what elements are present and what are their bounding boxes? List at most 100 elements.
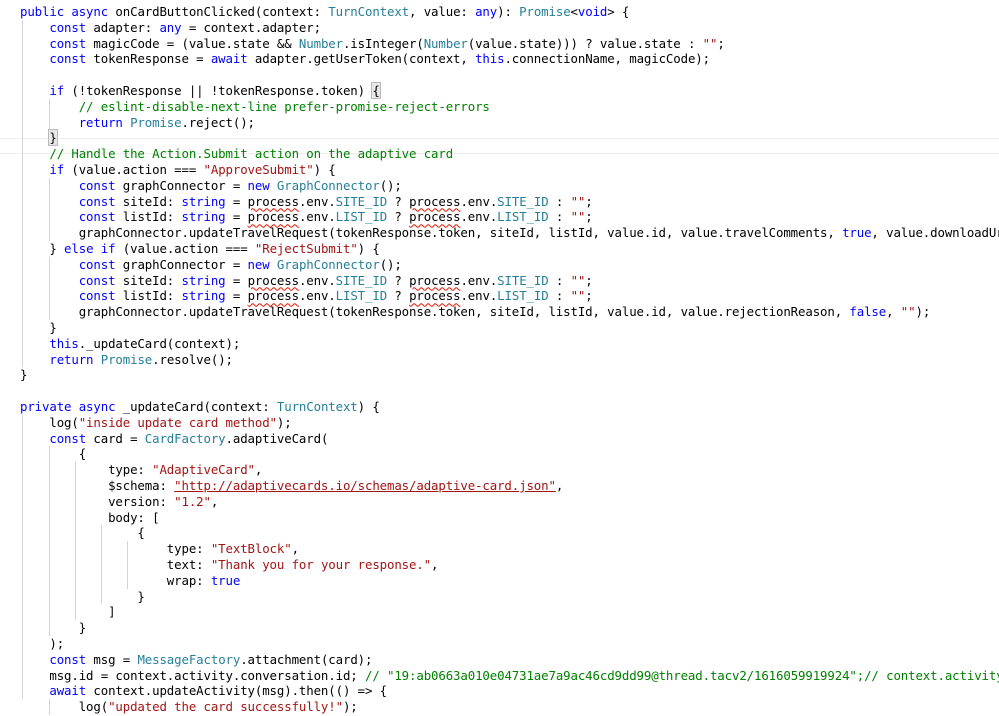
code-token: ); bbox=[276, 414, 292, 430]
code-line[interactable]: await context.updateActivity(msg).then((… bbox=[0, 683, 387, 699]
code-token: void bbox=[577, 4, 608, 19]
code-token: type: bbox=[20, 541, 211, 557]
code-token: "TextBlock" bbox=[210, 541, 292, 557]
code-line[interactable]: if (value.action === "ApproveSubmit") { bbox=[0, 162, 335, 178]
code-token: string bbox=[181, 288, 226, 304]
code-token: card = bbox=[86, 430, 145, 446]
code-line[interactable]: private async _updateCard(context: TurnC… bbox=[0, 399, 380, 415]
code-token: Promise bbox=[130, 114, 182, 130]
code-token: ? bbox=[387, 272, 410, 288]
code-line[interactable]: } bbox=[0, 129, 58, 147]
code-line[interactable]: ); bbox=[0, 636, 64, 652]
code-line[interactable]: return Promise.reject(); bbox=[0, 115, 255, 131]
code-line[interactable]: graphConnector.updateTravelRequest(token… bbox=[0, 304, 931, 320]
code-token: { bbox=[371, 82, 381, 99]
code-token: wrap: bbox=[20, 572, 211, 588]
code-line[interactable]: const card = CardFactory.adaptiveCard( bbox=[0, 431, 328, 447]
code-line[interactable]: { bbox=[0, 446, 86, 462]
code-line[interactable]: this._updateCard(context); bbox=[0, 336, 240, 352]
code-token: body: [ bbox=[20, 509, 160, 525]
code-line[interactable]: const msg = MessageFactory.attachment(ca… bbox=[0, 652, 372, 668]
code-line[interactable]: const siteId: string = process.env.SITE_… bbox=[0, 194, 593, 210]
code-line[interactable]: } else if (value.action === "RejectSubmi… bbox=[0, 241, 379, 257]
code-token: if bbox=[49, 162, 65, 177]
code-line[interactable]: log("updated the card successfully!"); bbox=[0, 699, 358, 715]
code-token: GraphConnector bbox=[276, 177, 380, 193]
code-line[interactable]: const graphConnector = new GraphConnecto… bbox=[0, 257, 402, 273]
code-line[interactable]: if (!tokenResponse || !tokenResponse.tok… bbox=[0, 82, 381, 99]
code-line[interactable]: const adapter: any = context.adapter; bbox=[0, 20, 321, 36]
code-token: log( bbox=[20, 699, 109, 715]
code-token: const bbox=[78, 272, 116, 288]
code-line[interactable]: } bbox=[0, 589, 144, 605]
code-token: ; bbox=[585, 288, 593, 304]
code-token: = bbox=[225, 288, 248, 304]
code-token: ; bbox=[585, 209, 593, 225]
code-token: TurnContext bbox=[328, 4, 410, 19]
code-line[interactable]: } bbox=[0, 320, 56, 336]
code-token: ; bbox=[585, 193, 593, 209]
code-token: .isInteger( bbox=[342, 35, 424, 51]
code-line[interactable]: const tokenResponse = await adapter.getU… bbox=[0, 51, 710, 67]
code-line[interactable]: type: "AdaptiveCard", bbox=[0, 462, 262, 478]
code-line[interactable]: version: "1.2", bbox=[0, 494, 218, 510]
code-token: type: bbox=[20, 462, 153, 478]
code-line[interactable]: const siteId: string = process.env.SITE_… bbox=[0, 273, 593, 289]
code-line[interactable]: const listId: string = process.env.LIST_… bbox=[0, 209, 593, 225]
code-token: msg.id = context.activity.conversation.i… bbox=[20, 667, 365, 683]
code-token: .env. bbox=[460, 272, 498, 288]
code-line[interactable]: body: [ bbox=[0, 509, 160, 526]
code-line[interactable]: type: "TextBlock", bbox=[0, 541, 299, 557]
code-token: .env. bbox=[298, 272, 336, 288]
code-token: SITE_ID bbox=[335, 193, 388, 209]
code-token: onCardButtonClicked(context: bbox=[115, 4, 329, 19]
code-token: graphConnector.updateTravelRequest(token… bbox=[20, 225, 843, 241]
code-editor[interactable]: public async onCardButtonClicked(context… bbox=[0, 0, 999, 716]
code-line[interactable] bbox=[0, 67, 20, 83]
code-line[interactable]: graphConnector.updateTravelRequest(token… bbox=[0, 225, 999, 241]
code-line[interactable]: const graphConnector = new GraphConnecto… bbox=[0, 178, 402, 194]
code-token: MessageFactory bbox=[137, 651, 241, 667]
code-token: ? bbox=[387, 209, 410, 225]
code-line[interactable] bbox=[0, 383, 20, 399]
code-line[interactable]: public async onCardButtonClicked(context… bbox=[0, 4, 629, 20]
code-token: process bbox=[247, 193, 300, 209]
code-line[interactable]: // eslint-disable-next-line prefer-promi… bbox=[0, 99, 490, 115]
code-token: process bbox=[409, 288, 461, 304]
code-line[interactable]: $schema: "http://adaptivecards.io/schema… bbox=[0, 478, 563, 494]
code-token: (value.state))) ? value.state : bbox=[467, 35, 703, 51]
code-token: LIST_ID bbox=[335, 288, 388, 304]
code-token: } bbox=[20, 620, 87, 636]
code-token: listId: bbox=[115, 209, 182, 225]
code-token: magicCode = (value.state && bbox=[86, 35, 299, 51]
code-token: : bbox=[548, 288, 571, 304]
code-line[interactable]: log("inside update card method"); bbox=[0, 414, 292, 431]
code-line[interactable]: ] bbox=[0, 604, 115, 620]
code-token: ; bbox=[585, 272, 593, 288]
code-token: , bbox=[291, 541, 299, 557]
code-line[interactable]: } bbox=[0, 620, 86, 636]
code-line[interactable]: wrap: true bbox=[0, 572, 241, 589]
code-token: process bbox=[409, 209, 461, 225]
code-token: "" bbox=[570, 209, 586, 225]
code-token: ; bbox=[717, 35, 725, 51]
code-line[interactable]: msg.id = context.activity.conversation.i… bbox=[0, 668, 999, 684]
code-token: return bbox=[78, 114, 123, 130]
code-token: await bbox=[49, 683, 87, 699]
code-line[interactable]: // Handle the Action.Submit action on th… bbox=[0, 146, 453, 162]
code-line[interactable]: text: "Thank you for your response.", bbox=[0, 557, 439, 573]
code-token: .env. bbox=[298, 288, 336, 304]
code-line[interactable]: } bbox=[0, 367, 27, 383]
code-token: const bbox=[78, 193, 116, 209]
code-line[interactable]: const listId: string = process.env.LIST_… bbox=[0, 288, 593, 304]
code-token: private async bbox=[20, 399, 123, 414]
code-token: } bbox=[20, 367, 28, 383]
code-line[interactable]: { bbox=[0, 525, 144, 541]
code-line[interactable]: const magicCode = (value.state && Number… bbox=[0, 35, 725, 52]
code-token: SITE_ID bbox=[335, 272, 388, 288]
code-line[interactable]: return Promise.resolve(); bbox=[0, 352, 233, 368]
